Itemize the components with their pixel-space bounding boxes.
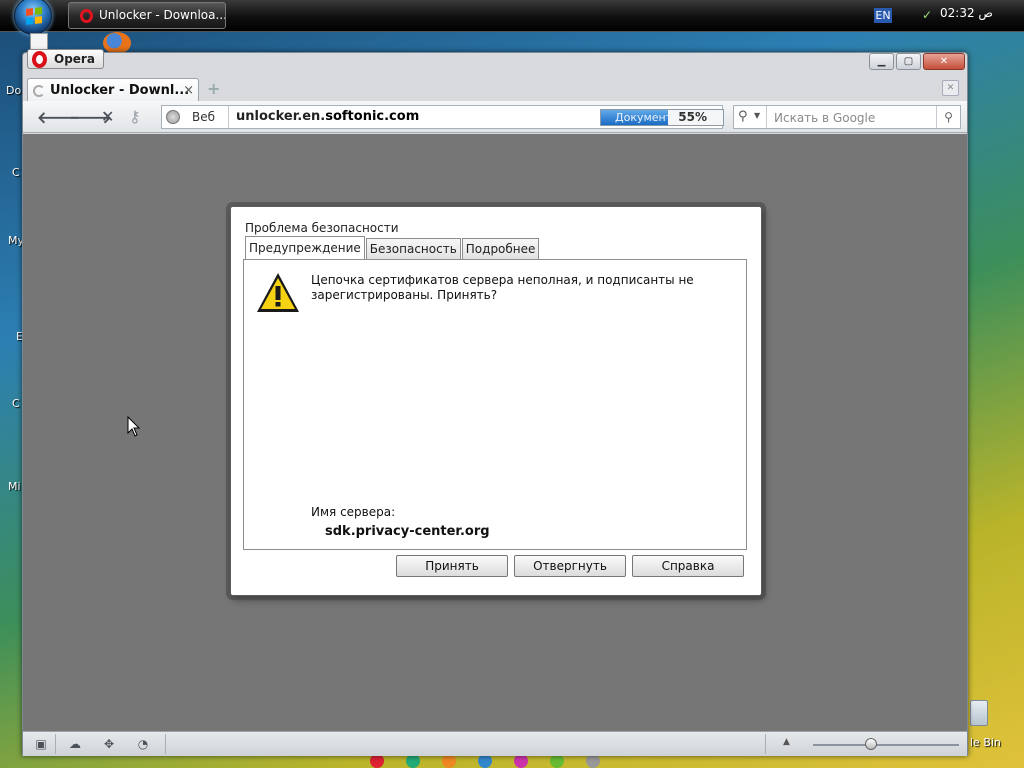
- opera-icon: [80, 9, 93, 23]
- dialog-panel: Цепочка сертификатов сервера неполная, и…: [243, 259, 747, 550]
- server-name-label: Имя сервера:: [311, 505, 396, 519]
- status-separator: [165, 734, 166, 754]
- desktop-firefox-icon[interactable]: [103, 32, 131, 54]
- address-scope-label: Веб: [192, 110, 216, 124]
- reject-button[interactable]: Отвергнуть: [514, 555, 626, 577]
- new-tab-button[interactable]: +: [207, 79, 220, 98]
- globe-icon[interactable]: [166, 110, 180, 124]
- closed-tabs-trash-icon[interactable]: ✕: [942, 80, 959, 96]
- search-icon[interactable]: ⚲: [738, 109, 748, 124]
- search-input[interactable]: Искать в Google: [774, 111, 875, 125]
- system-clock[interactable]: 02:32 ص: [940, 6, 993, 20]
- mouse-cursor-icon: [127, 416, 141, 437]
- desktop-label[interactable]: C: [12, 397, 20, 410]
- recycle-bin-icon[interactable]: [970, 700, 988, 726]
- key-icon[interactable]: ⚷: [129, 107, 141, 126]
- navigation-toolbar: 🡐 🡒 ✕ ⚷ Веб unlocker.en.softonic.com Док…: [23, 101, 967, 133]
- opera-menu-button[interactable]: Opera: [27, 49, 104, 69]
- unite-icon[interactable]: ✥: [101, 737, 117, 751]
- zoom-slider[interactable]: [813, 744, 959, 746]
- warning-icon: [257, 273, 299, 312]
- dock-app-icon[interactable]: [514, 754, 528, 768]
- dock-app-icon[interactable]: [586, 754, 600, 768]
- dock-app-icon[interactable]: [550, 754, 564, 768]
- tab-unlocker[interactable]: Unlocker - Downl... ×: [27, 78, 199, 103]
- recycle-bin-label[interactable]: le Bin: [970, 736, 1001, 749]
- search-box[interactable]: ⚲ ▼ Искать в Google ⚲: [733, 105, 961, 129]
- dock-app-icon[interactable]: [406, 754, 420, 768]
- taskbar-window-button[interactable]: Unlocker - Downloa...: [68, 2, 226, 29]
- browser-window: Opera ▁ ▢ ✕ Unlocker - Downl... × + ✕ 🡐 …: [22, 49, 968, 756]
- help-button[interactable]: Справка: [632, 555, 744, 577]
- desktop-label[interactable]: Mi: [8, 480, 21, 493]
- progress-label: Документ: [615, 111, 673, 124]
- status-separator: [765, 734, 766, 754]
- tab-details[interactable]: Подробнее: [461, 238, 540, 259]
- tab-warning[interactable]: Предупреждение: [245, 236, 365, 259]
- stop-icon[interactable]: ✕: [101, 107, 114, 126]
- chevron-down-icon[interactable]: ▼: [754, 111, 760, 120]
- dock-app-icon[interactable]: [478, 754, 492, 768]
- close-window-button[interactable]: ✕: [923, 53, 965, 70]
- dialog-tabs: Предупреждение Безопасность Подробнее: [245, 236, 540, 259]
- url-domain: softonic.com: [325, 109, 420, 124]
- cloud-icon[interactable]: ☁: [67, 737, 83, 751]
- windows-logo-icon: [26, 7, 42, 25]
- tab-security[interactable]: Безопасность: [365, 238, 461, 259]
- start-button[interactable]: [14, 0, 52, 35]
- desktop-label[interactable]: Do: [6, 84, 21, 97]
- status-separator: [55, 734, 56, 754]
- warning-message: Цепочка сертификатов сервера неполная, и…: [311, 273, 694, 302]
- dock-strip: [260, 754, 780, 768]
- minimize-button[interactable]: ▁: [869, 53, 894, 70]
- opera-logo-icon: [32, 51, 47, 68]
- opera-menu-label: Opera: [54, 52, 95, 66]
- panel-toggle-icon[interactable]: ▣: [33, 737, 49, 751]
- address-separator: [228, 106, 229, 128]
- url-text[interactable]: unlocker.en.softonic.com: [236, 109, 419, 124]
- search-go-icon[interactable]: ⚲: [936, 106, 960, 128]
- progress-percent: 55%: [678, 110, 707, 124]
- turbo-gauge-icon[interactable]: ◔: [135, 737, 151, 751]
- tab-bar: Unlocker - Downl... × + ✕: [23, 75, 967, 103]
- server-name-value: sdk.privacy-center.org: [325, 524, 490, 539]
- search-separator: [766, 106, 767, 128]
- loading-spinner-icon: [33, 85, 45, 97]
- language-indicator[interactable]: EN: [874, 8, 892, 23]
- desktop-label[interactable]: C: [12, 166, 20, 179]
- zoom-slider-handle[interactable]: [865, 738, 878, 750]
- dock-app-icon[interactable]: [370, 754, 384, 768]
- dock-app-icon[interactable]: [442, 754, 456, 768]
- page-load-progress: Документ 55%: [600, 109, 724, 126]
- window-controls: ▁ ▢ ✕: [869, 53, 965, 70]
- page-viewport: Проблема безопасности Предупреждение Без…: [23, 134, 967, 731]
- taskbar: Unlocker - Downloa... EN ✓ 02:32 ص: [0, 0, 1024, 35]
- status-bar: ▣ ☁ ✥ ◔ ▲: [23, 731, 967, 756]
- dialog-title: Проблема безопасности: [245, 221, 399, 235]
- address-bar[interactable]: Веб unlocker.en.softonic.com Документ 55…: [161, 105, 724, 129]
- network-icon[interactable]: ✓: [922, 8, 936, 22]
- taskbar-window-label: Unlocker - Downloa...: [99, 8, 226, 22]
- tab-close-icon[interactable]: ×: [183, 79, 194, 102]
- url-prefix: unlocker.en.: [236, 109, 326, 124]
- tab-title: Unlocker - Downl...: [50, 83, 190, 98]
- accept-button[interactable]: Принять: [396, 555, 508, 577]
- security-dialog: Проблема безопасности Предупреждение Без…: [230, 206, 762, 596]
- zoom-up-icon[interactable]: ▲: [783, 737, 790, 747]
- maximize-button[interactable]: ▢: [896, 53, 921, 70]
